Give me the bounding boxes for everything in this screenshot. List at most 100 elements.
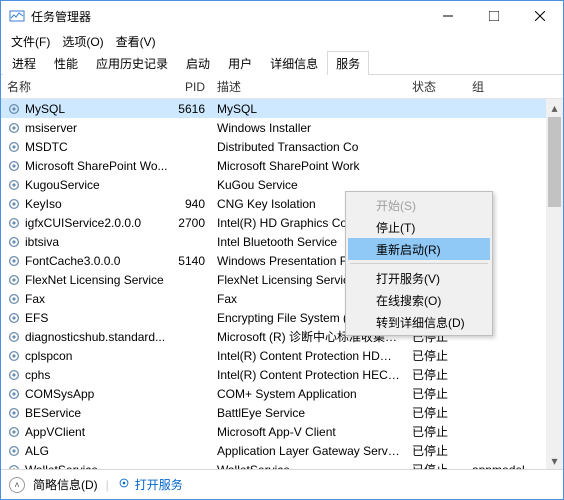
svc-name: cphs	[25, 368, 50, 382]
svc-status: 已停止	[406, 366, 466, 383]
open-services-link[interactable]: 打开服务	[117, 476, 183, 493]
table-row[interactable]: AppVClient Microsoft App-V Client已停止	[1, 422, 563, 441]
table-row[interactable]: msiserver Windows Installer	[1, 118, 563, 137]
svc-name: cplspcon	[25, 349, 72, 363]
task-manager-window: 任务管理器 文件(F) 选项(O) 查看(V) 进程性能应用历史记录启动用户详细…	[0, 0, 564, 500]
svc-pid: 2700	[171, 216, 211, 230]
svc-status: 已停止	[406, 385, 466, 402]
svc-desc: Windows Installer	[211, 121, 406, 135]
header-status[interactable]: 状态	[406, 78, 466, 95]
svc-desc: Intel(R) Content Protection HECI S...	[211, 368, 406, 382]
svc-status: 已停止	[406, 404, 466, 421]
ctx-open-services[interactable]: 打开服务(V)	[348, 267, 490, 289]
scroll-down-button[interactable]: ▾	[546, 452, 563, 469]
svc-name: Microsoft SharePoint Wo...	[25, 159, 168, 173]
svc-desc: Microsoft App-V Client	[211, 425, 406, 439]
svc-name: Fax	[25, 292, 45, 306]
svc-status: 已停止	[406, 442, 466, 459]
table-row[interactable]: WalletServiceWalletService已停止appmodel	[1, 460, 563, 469]
tab-3[interactable]: 启动	[177, 51, 219, 75]
svc-desc: Intel(R) Content Protection HDCP ...	[211, 349, 406, 363]
tab-5[interactable]: 详细信息	[261, 51, 327, 75]
menu-view[interactable]: 查看(V)	[112, 32, 160, 51]
svc-name: ALG	[25, 444, 49, 458]
close-button[interactable]	[517, 1, 563, 31]
ctx-go-details[interactable]: 转到详细信息(D)	[348, 311, 490, 333]
header-pid[interactable]: PID	[171, 80, 211, 94]
svc-name: MSDTC	[25, 140, 68, 154]
svc-pid: 5616	[171, 102, 211, 116]
ctx-restart[interactable]: 重新启动(R)	[348, 238, 490, 260]
svc-name: WalletService	[25, 463, 98, 470]
svc-name: MySQL	[25, 102, 65, 116]
menu-file[interactable]: 文件(F)	[7, 32, 54, 51]
column-headers: 名称 PID 描述 状态 组	[1, 75, 563, 99]
header-desc[interactable]: 描述	[211, 78, 406, 95]
svc-desc: Microsoft SharePoint Work	[211, 159, 406, 173]
svc-status: 已停止	[406, 461, 466, 469]
scrollbar[interactable]: ▴ ▾	[546, 99, 563, 469]
svc-desc: WalletService	[211, 463, 406, 470]
scroll-thumb[interactable]	[548, 117, 561, 207]
ctx-search-online[interactable]: 在线搜索(O)	[348, 289, 490, 311]
scroll-up-button[interactable]: ▴	[546, 99, 563, 116]
ctx-separator	[350, 263, 488, 264]
table-row[interactable]: MSDTC Distributed Transaction Co	[1, 137, 563, 156]
tab-0[interactable]: 进程	[3, 51, 45, 75]
minimize-button[interactable]	[425, 1, 471, 31]
app-icon	[9, 8, 25, 24]
svc-name: KeyIso	[25, 197, 62, 211]
table-row[interactable]: cphs Intel(R) Content Protection HECI S..…	[1, 365, 563, 384]
svc-name: EFS	[25, 311, 48, 325]
table-row[interactable]: MySQL5616MySQL	[1, 99, 563, 118]
tabs: 进程性能应用历史记录启动用户详细信息服务	[1, 51, 563, 75]
svc-name: ibtsiva	[25, 235, 59, 249]
tab-4[interactable]: 用户	[219, 51, 261, 75]
ctx-stop[interactable]: 停止(T)	[348, 216, 490, 238]
menu-options[interactable]: 选项(O)	[58, 32, 107, 51]
svc-pid: 5140	[171, 254, 211, 268]
service-list: MySQL5616MySQLmsiserverWindows Installer…	[1, 99, 563, 469]
tab-6[interactable]: 服务	[327, 51, 369, 75]
context-menu: 开始(S) 停止(T) 重新启动(R) 打开服务(V) 在线搜索(O) 转到详细…	[345, 191, 493, 336]
chevron-up-icon[interactable]: ˄	[9, 477, 25, 493]
svc-name: msiserver	[25, 121, 77, 135]
window-title: 任务管理器	[31, 8, 425, 25]
footer-separator: |	[106, 478, 109, 492]
table-row[interactable]: BEService BattlEye Service已停止	[1, 403, 563, 422]
window-buttons	[425, 1, 563, 31]
header-name[interactable]: 名称	[1, 78, 171, 95]
svc-name: COMSysApp	[25, 387, 94, 401]
svc-name: FlexNet Licensing Service	[25, 273, 164, 287]
svc-desc: Application Layer Gateway Service	[211, 444, 406, 458]
table-row[interactable]: cplspcon Intel(R) Content Protection HDCP…	[1, 346, 563, 365]
svc-name: FontCache3.0.0.0	[25, 254, 120, 268]
svc-pid: 940	[171, 197, 211, 211]
footer: ˄ 简略信息(D) | 打开服务	[1, 469, 563, 499]
titlebar: 任务管理器	[1, 1, 563, 31]
tab-1[interactable]: 性能	[45, 51, 87, 75]
header-group[interactable]: 组	[466, 78, 563, 95]
svc-desc: KuGou Service	[211, 178, 406, 192]
ctx-start[interactable]: 开始(S)	[348, 194, 490, 216]
svc-desc: COM+ System Application	[211, 387, 406, 401]
table-row[interactable]: ALG Application Layer Gateway Service已停止	[1, 441, 563, 460]
gear-icon	[117, 476, 131, 493]
menubar: 文件(F) 选项(O) 查看(V)	[1, 31, 563, 51]
svc-desc: MySQL	[211, 102, 406, 116]
svc-name: AppVClient	[25, 425, 85, 439]
svc-name: KugouService	[25, 178, 100, 192]
open-services-label: 打开服务	[135, 476, 183, 493]
maximize-button[interactable]	[471, 1, 517, 31]
table-row[interactable]: Microsoft SharePoint Wo... Microsoft Shar…	[1, 156, 563, 175]
svc-name: igfxCUIService2.0.0.0	[25, 216, 141, 230]
tab-2[interactable]: 应用历史记录	[87, 51, 177, 75]
fewer-details-link[interactable]: 简略信息(D)	[33, 476, 98, 493]
svc-name: diagnosticshub.standard...	[25, 330, 165, 344]
svc-desc: Distributed Transaction Co	[211, 140, 406, 154]
svc-name: BEService	[25, 406, 81, 420]
svc-desc: BattlEye Service	[211, 406, 406, 420]
svc-status: 已停止	[406, 423, 466, 440]
svc-status: 已停止	[406, 347, 466, 364]
table-row[interactable]: COMSysApp COM+ System Application已停止	[1, 384, 563, 403]
